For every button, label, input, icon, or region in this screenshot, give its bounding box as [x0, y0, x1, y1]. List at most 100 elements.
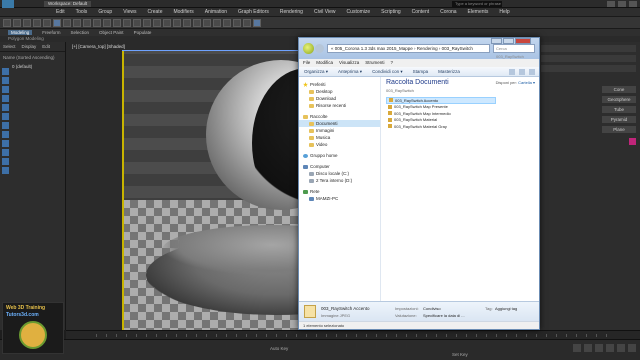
reference-coord-icon[interactable] [123, 18, 131, 27]
max-logo-icon[interactable] [2, 0, 14, 8]
nav-item-documents[interactable]: Documenti [299, 120, 380, 127]
tab-display[interactable]: Display [22, 44, 37, 49]
nav-item-video[interactable]: Video [299, 141, 380, 148]
filter-containers-icon[interactable] [2, 149, 9, 156]
minimize-icon[interactable] [607, 1, 615, 7]
filter-frozen-icon[interactable] [2, 158, 9, 165]
timeline[interactable] [66, 330, 640, 339]
menu-rendering[interactable]: Rendering [280, 9, 303, 15]
angle-snap-icon[interactable] [153, 18, 161, 27]
share-with-button[interactable]: Condividi con ▾ [372, 69, 403, 75]
snap-toggle-icon[interactable] [143, 18, 151, 27]
menu-customize[interactable]: Customize [347, 9, 371, 15]
filter-xrefs-icon[interactable] [2, 131, 9, 138]
workspace-dropdown[interactable]: Workspace: Default [44, 0, 92, 7]
timeline-track[interactable] [96, 334, 616, 337]
geosphere-button[interactable]: GeoSphere [602, 96, 636, 103]
filter-groups-icon[interactable] [2, 122, 9, 129]
scale-icon[interactable] [113, 18, 121, 27]
menu-modifica[interactable]: Modifica [316, 59, 333, 67]
nav-item-drive-c[interactable]: Disco locale (C:) [299, 170, 380, 177]
unlink-icon[interactable] [33, 18, 41, 27]
menu-scripting[interactable]: Scripting [381, 9, 400, 15]
scene-object-item[interactable]: 0 (default) [0, 63, 65, 70]
zoom-all-icon[interactable] [584, 344, 592, 352]
viewport-label[interactable]: [+] [Camera_top] [Shaded] [72, 44, 125, 49]
preview-button[interactable]: Anteprima ▾ [338, 69, 362, 75]
nav-item-drive-d[interactable]: 2 Tera interno (D:) [299, 177, 380, 184]
menu-elements[interactable]: Elements [468, 9, 489, 15]
change-view-icon[interactable] [509, 68, 515, 75]
filter-cameras-icon[interactable] [2, 95, 9, 102]
tab-freeform[interactable]: Freeform [42, 30, 60, 35]
command-panel-tabs[interactable] [541, 45, 636, 52]
tab-selection[interactable]: Selection [71, 30, 90, 35]
link-icon[interactable] [23, 18, 31, 27]
burn-button[interactable]: Masterizza [438, 69, 460, 74]
layer-manager-icon[interactable] [193, 18, 201, 27]
help-icon[interactable] [529, 68, 535, 75]
orbit-icon[interactable] [617, 344, 625, 352]
nav-item-network-pc[interactable]: MAMZI-PC [299, 195, 380, 202]
bind-space-warp-icon[interactable] [43, 18, 51, 27]
nav-network[interactable]: Rete [299, 187, 380, 195]
filter-lights-icon[interactable] [2, 86, 9, 93]
filter-bones-icon[interactable] [2, 140, 9, 147]
tab-populate[interactable]: Populate [134, 30, 152, 35]
organize-button[interactable]: Organizza ▾ [304, 69, 328, 75]
tab-select[interactable]: Select [3, 44, 16, 49]
select-by-name-icon[interactable] [63, 18, 71, 27]
pan-icon[interactable] [606, 344, 614, 352]
menu-civil-view[interactable]: Civil View [314, 9, 336, 15]
rendered-frame-window-icon[interactable] [243, 18, 251, 27]
filter-geometry-icon[interactable] [2, 68, 9, 75]
undo-icon[interactable] [3, 18, 11, 27]
tube-button[interactable]: Tube [602, 106, 636, 113]
filter-hidden-icon[interactable] [2, 167, 9, 174]
menu-create[interactable]: Create [147, 9, 162, 15]
nav-homegroup[interactable]: Gruppo home [299, 151, 380, 159]
menu-animation[interactable]: Animation [205, 9, 227, 15]
explorer-search-input[interactable]: Cerca 003_RaySwitch [493, 44, 535, 59]
scene-column-header[interactable]: Name (Sorted Ascending) [0, 52, 65, 63]
menu-views[interactable]: Views [123, 9, 136, 15]
tab-object-paint[interactable]: Object Paint [99, 30, 124, 35]
zoom-extents-icon[interactable] [595, 344, 603, 352]
nav-item-music[interactable]: Musica [299, 134, 380, 141]
menu-help[interactable]: Help [499, 9, 509, 15]
cone-button[interactable]: Cone [602, 86, 636, 93]
menu-content[interactable]: Content [412, 9, 430, 15]
tab-modeling[interactable]: Modeling [8, 30, 33, 35]
max-search-input[interactable]: Type a keyword or phrase [452, 0, 502, 7]
menu-help[interactable]: ? [390, 59, 393, 67]
forward-arrow-icon[interactable] [315, 44, 324, 53]
schematic-view-icon[interactable] [213, 18, 221, 27]
command-panel-dropdown[interactable] [541, 65, 636, 72]
auto-key-button[interactable]: Auto Key [270, 346, 288, 351]
close-icon[interactable] [629, 1, 637, 7]
percent-snap-icon[interactable] [163, 18, 171, 27]
menu-tools[interactable]: Tools [76, 9, 88, 15]
menu-edit[interactable]: Edit [56, 9, 65, 15]
plane-button[interactable]: Plane [602, 126, 636, 133]
set-key-button[interactable]: Set Key [452, 352, 468, 357]
menu-file[interactable]: File [303, 59, 310, 67]
print-button[interactable]: Stampa [413, 69, 429, 74]
filter-helpers-icon[interactable] [2, 104, 9, 111]
render-setup-icon[interactable] [233, 18, 241, 27]
material-editor-icon[interactable] [223, 18, 231, 27]
address-bar[interactable]: « 005_Corona 1.3 3ds max 2015_Mappe › Re… [327, 44, 490, 53]
file-item[interactable]: 003_RaySwitch Material Gray [386, 123, 496, 130]
menu-group[interactable]: Group [98, 9, 112, 15]
details-add-tag[interactable]: Aggiungi tag [495, 306, 517, 311]
maximize-viewport-icon[interactable] [628, 344, 636, 352]
menu-strumenti[interactable]: Strumenti [365, 59, 384, 67]
pyramid-button[interactable]: Pyramid [602, 116, 636, 123]
redo-icon[interactable] [13, 18, 21, 27]
command-panel-category[interactable] [541, 55, 636, 62]
nav-computer[interactable]: Computer [299, 162, 380, 170]
filter-shapes-icon[interactable] [2, 77, 9, 84]
nav-item-recent[interactable]: Risorse recenti [299, 102, 380, 109]
explorer-maximize-icon[interactable] [503, 38, 514, 44]
tab-edit[interactable]: Edit [42, 44, 50, 49]
